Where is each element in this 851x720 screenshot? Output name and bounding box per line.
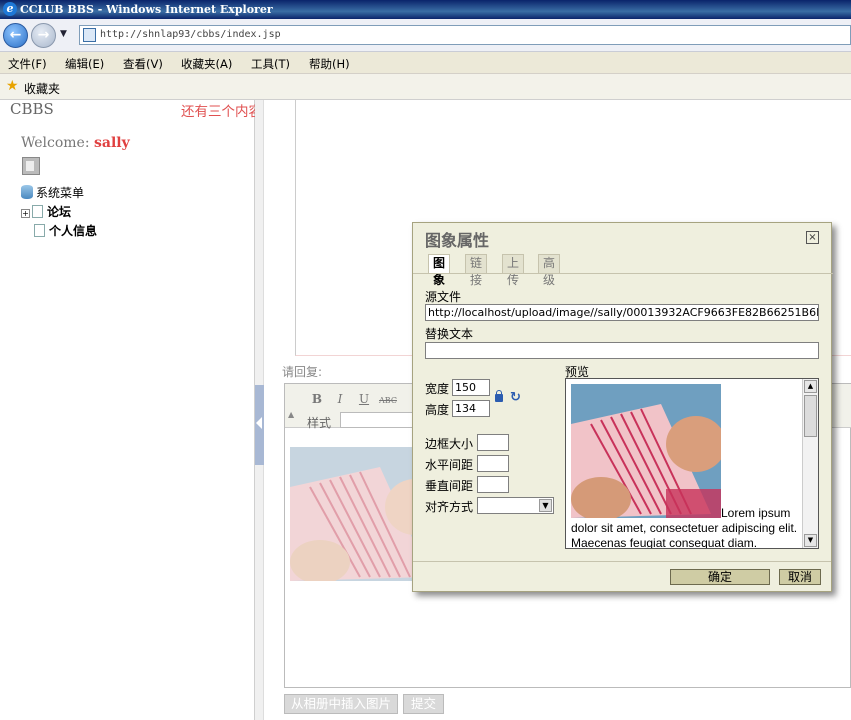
menu-tree: 系统菜单 + 论坛 个人信息 — [21, 185, 97, 242]
address-field[interactable]: http://shnlap93/cbbs/index.jsp — [79, 25, 851, 45]
height-input[interactable]: 134 — [452, 400, 490, 417]
hspace-label: 水平间距 — [425, 458, 474, 472]
insert-from-album-button[interactable]: 从相册中插入图片 — [284, 694, 398, 714]
ie-logo-icon: e — [3, 2, 17, 16]
tree-root-label: 系统菜单 — [36, 186, 85, 200]
preview-pane: Lorem ipsum dolor sit amet, consectetuer… — [565, 378, 819, 549]
toolbar-collapse-icon[interactable]: ▲ — [288, 410, 294, 419]
vspace-label: 垂直间距 — [425, 479, 474, 493]
border-input[interactable] — [477, 434, 509, 451]
forward-button[interactable]: → — [31, 23, 56, 48]
scroll-thumb[interactable] — [804, 395, 817, 437]
logout-icon[interactable] — [22, 157, 40, 175]
favorites-button[interactable]: 收藏夹 — [24, 80, 60, 97]
tab-link[interactable]: 链接 — [465, 254, 488, 287]
strikethrough-button[interactable]: ABC — [378, 392, 398, 410]
tab-divider — [413, 273, 833, 274]
tree-item-profile[interactable]: 个人信息 — [21, 223, 97, 242]
bold-button[interactable]: B — [307, 392, 327, 410]
menu-edit[interactable]: 编辑(E) — [65, 56, 104, 72]
ie-window: e CCLUB BBS - Windows Internet Explorer … — [0, 0, 851, 720]
scroll-up-icon[interactable]: ▲ — [804, 380, 817, 393]
alt-text-label: 替换文本 — [425, 327, 474, 341]
tree-item-forum-label[interactable]: 论坛 — [47, 205, 71, 219]
dialog-title: 图象属性 — [425, 231, 490, 250]
menu-help[interactable]: 帮助(H) — [309, 56, 350, 72]
page-node-icon — [32, 205, 43, 218]
page-node-icon — [34, 224, 45, 237]
tab-advanced[interactable]: 高级 — [538, 254, 561, 287]
source-label: 源文件 — [425, 290, 462, 304]
preview-text: Lorem ipsum dolor sit amet, consectetuer… — [571, 506, 803, 549]
expand-icon[interactable]: + — [21, 209, 30, 218]
url-text: http://shnlap93/cbbs/index.jsp — [100, 29, 281, 40]
chevron-down-icon[interactable]: ▼ — [539, 499, 552, 512]
welcome-text: Welcome: sally — [21, 135, 130, 151]
tree-item-profile-label[interactable]: 个人信息 — [49, 224, 97, 238]
menu-file[interactable]: 文件(F) — [8, 56, 47, 72]
reply-label: 请回复: — [282, 365, 323, 379]
preview-image — [571, 384, 721, 518]
vspace-input[interactable] — [477, 476, 509, 493]
database-icon — [21, 185, 33, 199]
preview-scrollbar[interactable]: ▲ ▼ — [802, 379, 818, 548]
title-bar: e CCLUB BBS - Windows Internet Explorer — [0, 0, 851, 19]
height-label: 高度 — [425, 403, 450, 417]
left-pane: CBBS Welcome: sally 系统菜单 + 论坛 个人信息 — [0, 100, 255, 720]
submit-button[interactable]: 提交 — [403, 694, 444, 714]
menu-bar: 文件(F) 编辑(E) 查看(V) 收藏夹(A) 工具(T) 帮助(H) — [0, 52, 851, 74]
width-label: 宽度 — [425, 382, 450, 396]
tab-image[interactable]: 图象 — [428, 254, 451, 287]
style-label: 样式 — [307, 416, 332, 430]
underline-button[interactable]: U — [354, 392, 374, 410]
align-label: 对齐方式 — [425, 500, 474, 514]
welcome-prefix: Welcome: — [21, 135, 95, 151]
preview-text-first: Lorem ipsum — [721, 506, 791, 520]
image-properties-dialog: 图象属性 × 图象 链接 上传 高级 源文件 http://localhost/… — [412, 222, 833, 592]
tree-root: 系统菜单 — [21, 185, 97, 204]
history-dropdown-icon[interactable]: ▼ — [60, 29, 67, 39]
menu-favorites[interactable]: 收藏夹(A) — [181, 56, 232, 72]
style-select[interactable] — [340, 412, 420, 428]
tree-item-forum[interactable]: + 论坛 — [21, 204, 97, 223]
align-select[interactable]: ▼ — [477, 497, 554, 514]
italic-button[interactable]: I — [330, 392, 350, 410]
dialog-footer: 确定 取消 — [413, 561, 831, 591]
menu-tools[interactable]: 工具(T) — [251, 56, 290, 72]
source-input[interactable]: http://localhost/upload/image//sally/000… — [425, 304, 819, 321]
close-icon[interactable]: × — [806, 231, 819, 244]
width-input[interactable]: 150 — [452, 379, 490, 396]
collapse-sidebar-handle[interactable] — [255, 385, 264, 465]
cancel-button[interactable]: 取消 — [779, 569, 821, 585]
tab-upload[interactable]: 上传 — [502, 254, 525, 287]
scroll-down-icon[interactable]: ▼ — [804, 534, 817, 547]
menu-view[interactable]: 查看(V) — [123, 56, 163, 72]
hspace-input[interactable] — [477, 455, 509, 472]
star-icon[interactable]: ★ — [6, 78, 19, 94]
alt-text-input[interactable] — [425, 342, 819, 359]
lock-icon[interactable] — [495, 390, 503, 402]
address-toolbar: ← → ▼ http://shnlap93/cbbs/index.jsp — [0, 19, 851, 52]
favorites-bar: ★ 收藏夹 — [0, 74, 851, 100]
site-title: CBBS — [10, 100, 54, 118]
username: sally — [94, 135, 130, 151]
preview-text-rest: dolor sit amet, consectetuer adipiscing … — [571, 521, 798, 549]
window-title: CCLUB BBS - Windows Internet Explorer — [20, 3, 273, 16]
reset-size-icon[interactable]: ↻ — [510, 390, 521, 405]
back-button[interactable]: ← — [3, 23, 28, 48]
money-photo-icon — [571, 384, 721, 518]
ok-button[interactable]: 确定 — [670, 569, 770, 585]
border-label: 边框大小 — [425, 437, 474, 451]
page-icon — [83, 28, 96, 42]
